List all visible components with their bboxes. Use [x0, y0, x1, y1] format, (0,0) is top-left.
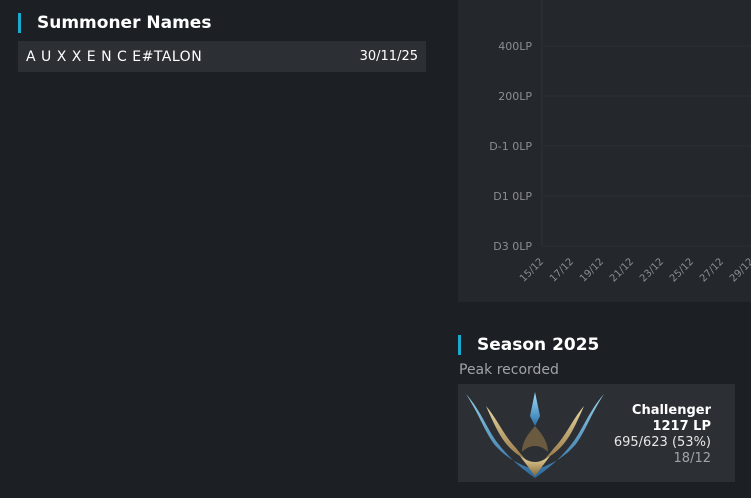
- summoner-name-row: A U X X E N C E#TALON 30/11/25: [18, 41, 426, 72]
- peak-rank-info: Challenger 1217 LP 695/623 (53%) 18/12: [614, 403, 711, 467]
- y-tick-label: D3 0LP: [493, 240, 532, 253]
- x-tick-label: 15/12: [518, 256, 546, 284]
- peak-rank-card: Challenger 1217 LP 695/623 (53%) 18/12: [458, 384, 735, 482]
- rank-lp: 1217 LP: [652, 419, 711, 434]
- rank-tier: Challenger: [631, 403, 711, 418]
- summoner-names-title: Summoner Names: [37, 13, 212, 33]
- x-tick-label: 19/12: [578, 256, 606, 284]
- lp-chart-panel: 400LP 200LP D-1 0LP D1 0LP D3 0LP 15/12 17/12…: [458, 0, 751, 302]
- x-tick-label: 29/12: [728, 256, 751, 284]
- summoner-name: A U X X E N C E#TALON: [26, 48, 203, 65]
- summoner-names-heading: Summoner Names: [18, 13, 211, 33]
- x-tick-label: 25/12: [668, 256, 696, 284]
- peak-recorded-label: Peak recorded: [459, 362, 559, 378]
- peak-date: 18/12: [673, 451, 711, 466]
- win-loss-record: 695/623 (53%): [613, 435, 711, 450]
- challenger-emblem-icon: [466, 392, 604, 478]
- x-tick-label: 21/12: [608, 256, 636, 284]
- x-tick-label: 27/12: [698, 256, 726, 284]
- x-tick-label: 17/12: [548, 256, 576, 284]
- x-tick-label: 23/12: [638, 256, 666, 284]
- y-tick-label: D1 0LP: [493, 190, 532, 203]
- y-tick-label: 400LP: [498, 40, 532, 53]
- season-heading: Season 2025: [458, 335, 599, 355]
- y-tick-label: D-1 0LP: [489, 140, 532, 153]
- heading-accent-bar: [458, 335, 461, 355]
- heading-accent-bar: [18, 13, 21, 33]
- summoner-name-date: 30/11/25: [359, 49, 418, 64]
- lp-chart: 400LP 200LP D-1 0LP D1 0LP D3 0LP 15/12 17/12…: [489, 0, 751, 285]
- y-tick-label: 200LP: [498, 90, 532, 103]
- season-title: Season 2025: [477, 335, 600, 355]
